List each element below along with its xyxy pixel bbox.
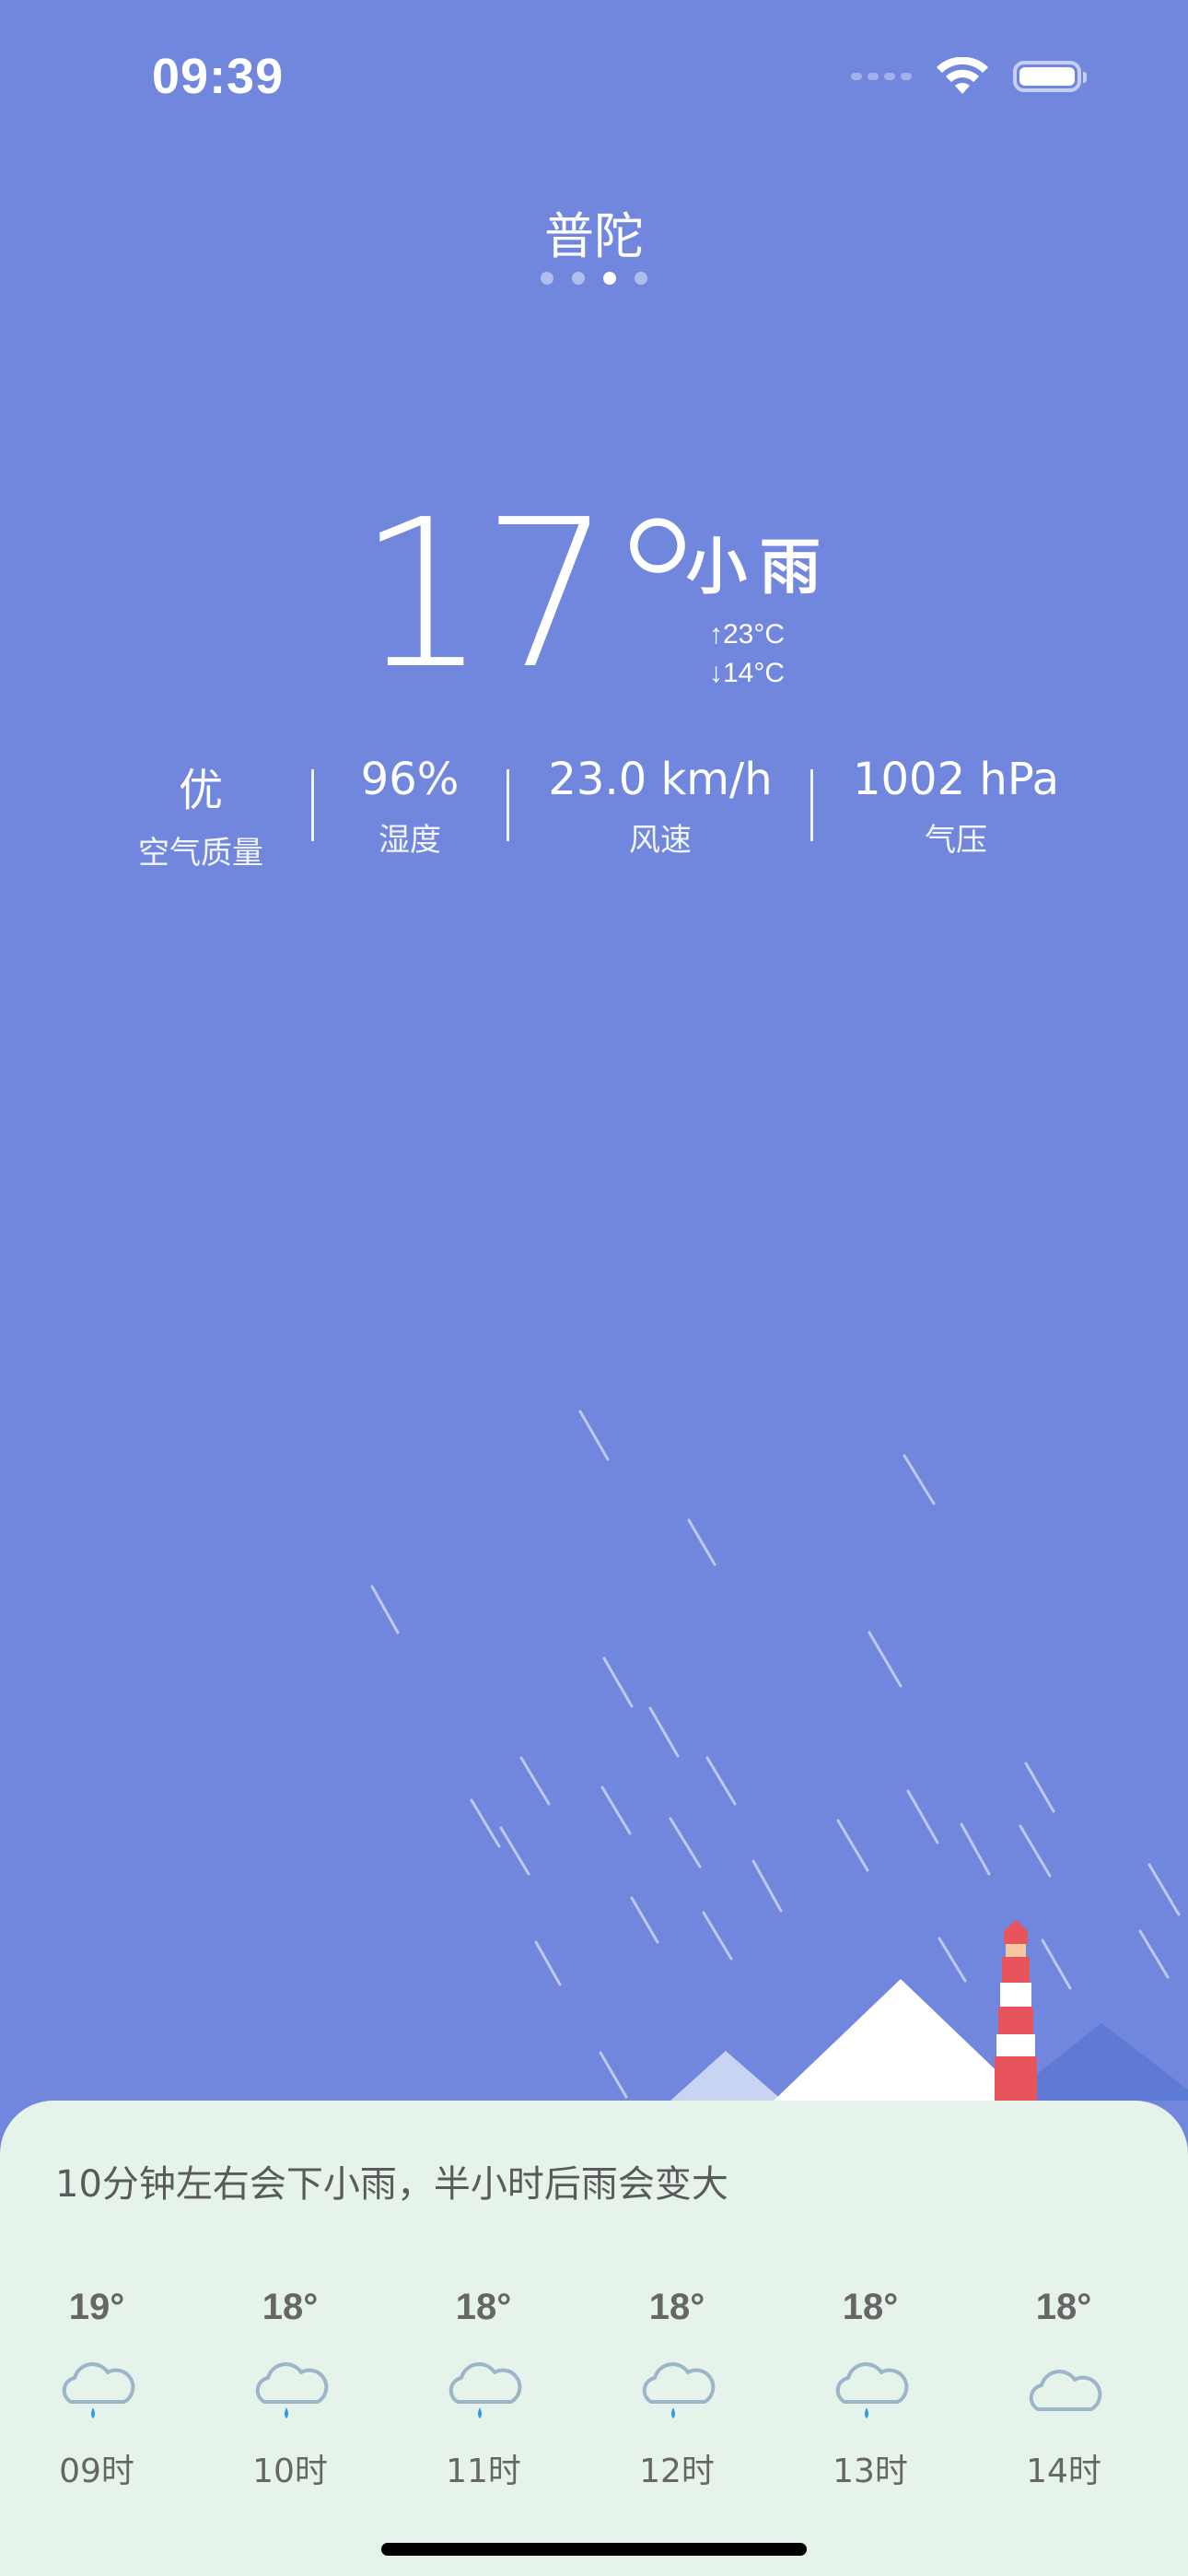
distant-hill xyxy=(1004,2023,1188,2101)
hourly-time: 09时 xyxy=(59,2453,134,2490)
hourly-temperature: 19° xyxy=(68,2287,125,2327)
light-rain-icon xyxy=(212,2345,368,2437)
rain-streaks xyxy=(370,1410,1181,2099)
hourly-time: 13时 xyxy=(833,2453,908,2490)
page-dot[interactable] xyxy=(541,272,553,285)
metric-value: 1002 hPa xyxy=(852,754,1060,805)
forecast-panel[interactable]: 10分钟左右会下小雨，半小时后雨会变大 19° 09时 18° 10时 18° … xyxy=(0,2101,1188,2576)
page-dot-active[interactable] xyxy=(603,272,616,285)
light-rain-icon xyxy=(792,2345,949,2437)
precipitation-summary: 10分钟左右会下小雨，半小时后雨会变大 xyxy=(55,2163,728,2206)
status-time: 09:39 xyxy=(152,49,285,104)
metric-divider xyxy=(810,769,813,841)
home-indicator[interactable] xyxy=(381,2543,807,2556)
weather-screen: 09:39 普陀 17° 小雨 ↑23°C ↓14°C 优 空气质量 96% 湿… xyxy=(0,0,1188,2576)
page-indicator[interactable] xyxy=(0,272,1188,285)
metric-value: 96% xyxy=(360,754,460,805)
small-hill xyxy=(670,2051,783,2101)
city-name[interactable]: 普陀 xyxy=(0,195,1188,268)
hourly-item[interactable]: 18° 14时 xyxy=(985,2287,1142,2492)
battery-icon xyxy=(1013,61,1087,92)
high-temperature: ↑23°C xyxy=(709,619,786,650)
light-rain-icon xyxy=(405,2345,562,2437)
weather-condition: 小雨 xyxy=(686,531,833,603)
metric-air-quality: 优 空气质量 xyxy=(138,754,263,872)
hourly-item[interactable]: 19° 09时 xyxy=(18,2287,175,2492)
hourly-item[interactable]: 18° 13时 xyxy=(792,2287,949,2492)
lighthouse-icon xyxy=(995,1920,1037,2101)
metric-label: 空气质量 xyxy=(138,835,263,872)
metric-humidity: 96% 湿度 xyxy=(361,754,460,860)
hourly-item[interactable]: 18° 12时 xyxy=(599,2287,755,2492)
hourly-item[interactable]: 18° 10时 xyxy=(212,2287,368,2492)
low-temperature: ↓14°C xyxy=(709,658,786,688)
hourly-temperature: 18° xyxy=(262,2287,319,2327)
hourly-time: 10时 xyxy=(252,2453,328,2490)
hourly-time: 11时 xyxy=(446,2453,521,2490)
page-dot[interactable] xyxy=(635,272,647,285)
metric-pressure: 1002 hPa 气压 xyxy=(853,754,1059,860)
page-dot[interactable] xyxy=(572,272,585,285)
cloudy-icon xyxy=(985,2345,1142,2437)
hourly-time: 14时 xyxy=(1026,2453,1101,2490)
metric-label: 风速 xyxy=(629,822,692,859)
light-rain-icon xyxy=(599,2345,755,2437)
high-low-temperature: ↑23°C ↓14°C xyxy=(709,615,785,693)
metric-wind-speed: 23.0 km/h 风速 xyxy=(548,754,772,860)
cellular-signal-icon xyxy=(851,73,912,80)
status-icons xyxy=(851,57,1087,96)
white-mountain xyxy=(774,1979,1028,2101)
metric-value: 优 xyxy=(178,765,223,816)
hourly-time: 12时 xyxy=(639,2453,715,2490)
metric-label: 湿度 xyxy=(379,822,441,859)
current-temperature: 17° xyxy=(357,476,708,714)
light-rain-icon xyxy=(18,2345,175,2437)
hourly-temperature: 18° xyxy=(455,2287,512,2327)
metric-divider xyxy=(311,769,314,841)
hourly-temperature: 18° xyxy=(842,2287,899,2327)
metric-label: 气压 xyxy=(924,822,987,859)
metric-divider xyxy=(507,769,509,841)
hourly-temperature: 18° xyxy=(648,2287,705,2327)
metric-value: 23.0 km/h xyxy=(548,754,773,805)
hourly-temperature: 18° xyxy=(1035,2287,1092,2327)
hourly-forecast[interactable]: 19° 09时 18° 10时 18° 11时 18° 12时 18° 13时 … xyxy=(0,2287,1188,2508)
hourly-item[interactable]: 18° 11时 xyxy=(405,2287,562,2492)
wifi-icon xyxy=(937,57,988,94)
